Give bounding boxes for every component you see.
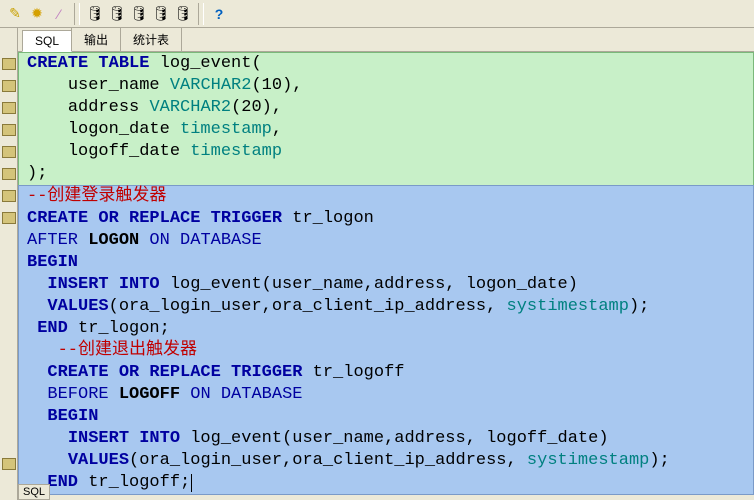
help-icon[interactable]: ? <box>210 5 228 23</box>
tab-bar: SQL 输出 统计表 <box>18 28 754 52</box>
text-cursor <box>191 474 192 492</box>
sql-editor[interactable]: CREATE TABLE log_event( user_name VARCHA… <box>18 52 754 500</box>
db1-icon[interactable]: 🛢 <box>86 5 104 23</box>
left-gutter <box>0 28 18 500</box>
folder-icon[interactable] <box>2 58 16 70</box>
app-window: ✎ ✹ ⁄ 🛢 🛢 🛢 🛢 🛢 ? SQL 输出 统计表 <box>0 0 754 500</box>
db5-icon[interactable]: 🛢 <box>174 5 192 23</box>
tab-stats[interactable]: 统计表 <box>120 27 182 51</box>
separator-icon <box>74 3 80 25</box>
pencil-icon[interactable]: ✎ <box>6 5 24 23</box>
folder-icon[interactable] <box>2 80 16 92</box>
code-block-1: CREATE TABLE log_event( user_name VARCHA… <box>18 52 754 186</box>
folder-icon[interactable] <box>2 146 16 158</box>
folder-icon[interactable] <box>2 102 16 114</box>
folder-icon[interactable] <box>2 168 16 180</box>
main-area: SQL 输出 统计表 CREATE TABLE log_event( user_… <box>0 28 754 500</box>
toolbar: ✎ ✹ ⁄ 🛢 🛢 🛢 🛢 🛢 ? <box>0 0 754 28</box>
db4-icon[interactable]: 🛢 <box>152 5 170 23</box>
code-block-2: --创建登录触发器 CREATE OR REPLACE TRIGGER tr_l… <box>18 185 754 495</box>
sql-badge: SQL <box>18 484 50 500</box>
content-area: SQL 输出 统计表 CREATE TABLE log_event( user_… <box>18 28 754 500</box>
folder-icon[interactable] <box>2 190 16 202</box>
db2-icon[interactable]: 🛢 <box>108 5 126 23</box>
tab-sql[interactable]: SQL <box>22 30 72 52</box>
folder-icon[interactable] <box>2 212 16 224</box>
folder-icon[interactable] <box>2 124 16 136</box>
folder-icon[interactable] <box>2 458 16 470</box>
brush-icon[interactable]: ⁄ <box>50 5 68 23</box>
db3-icon[interactable]: 🛢 <box>130 5 148 23</box>
tab-output[interactable]: 输出 <box>71 27 121 51</box>
separator-icon <box>198 3 204 25</box>
bug-icon[interactable]: ✹ <box>28 5 46 23</box>
